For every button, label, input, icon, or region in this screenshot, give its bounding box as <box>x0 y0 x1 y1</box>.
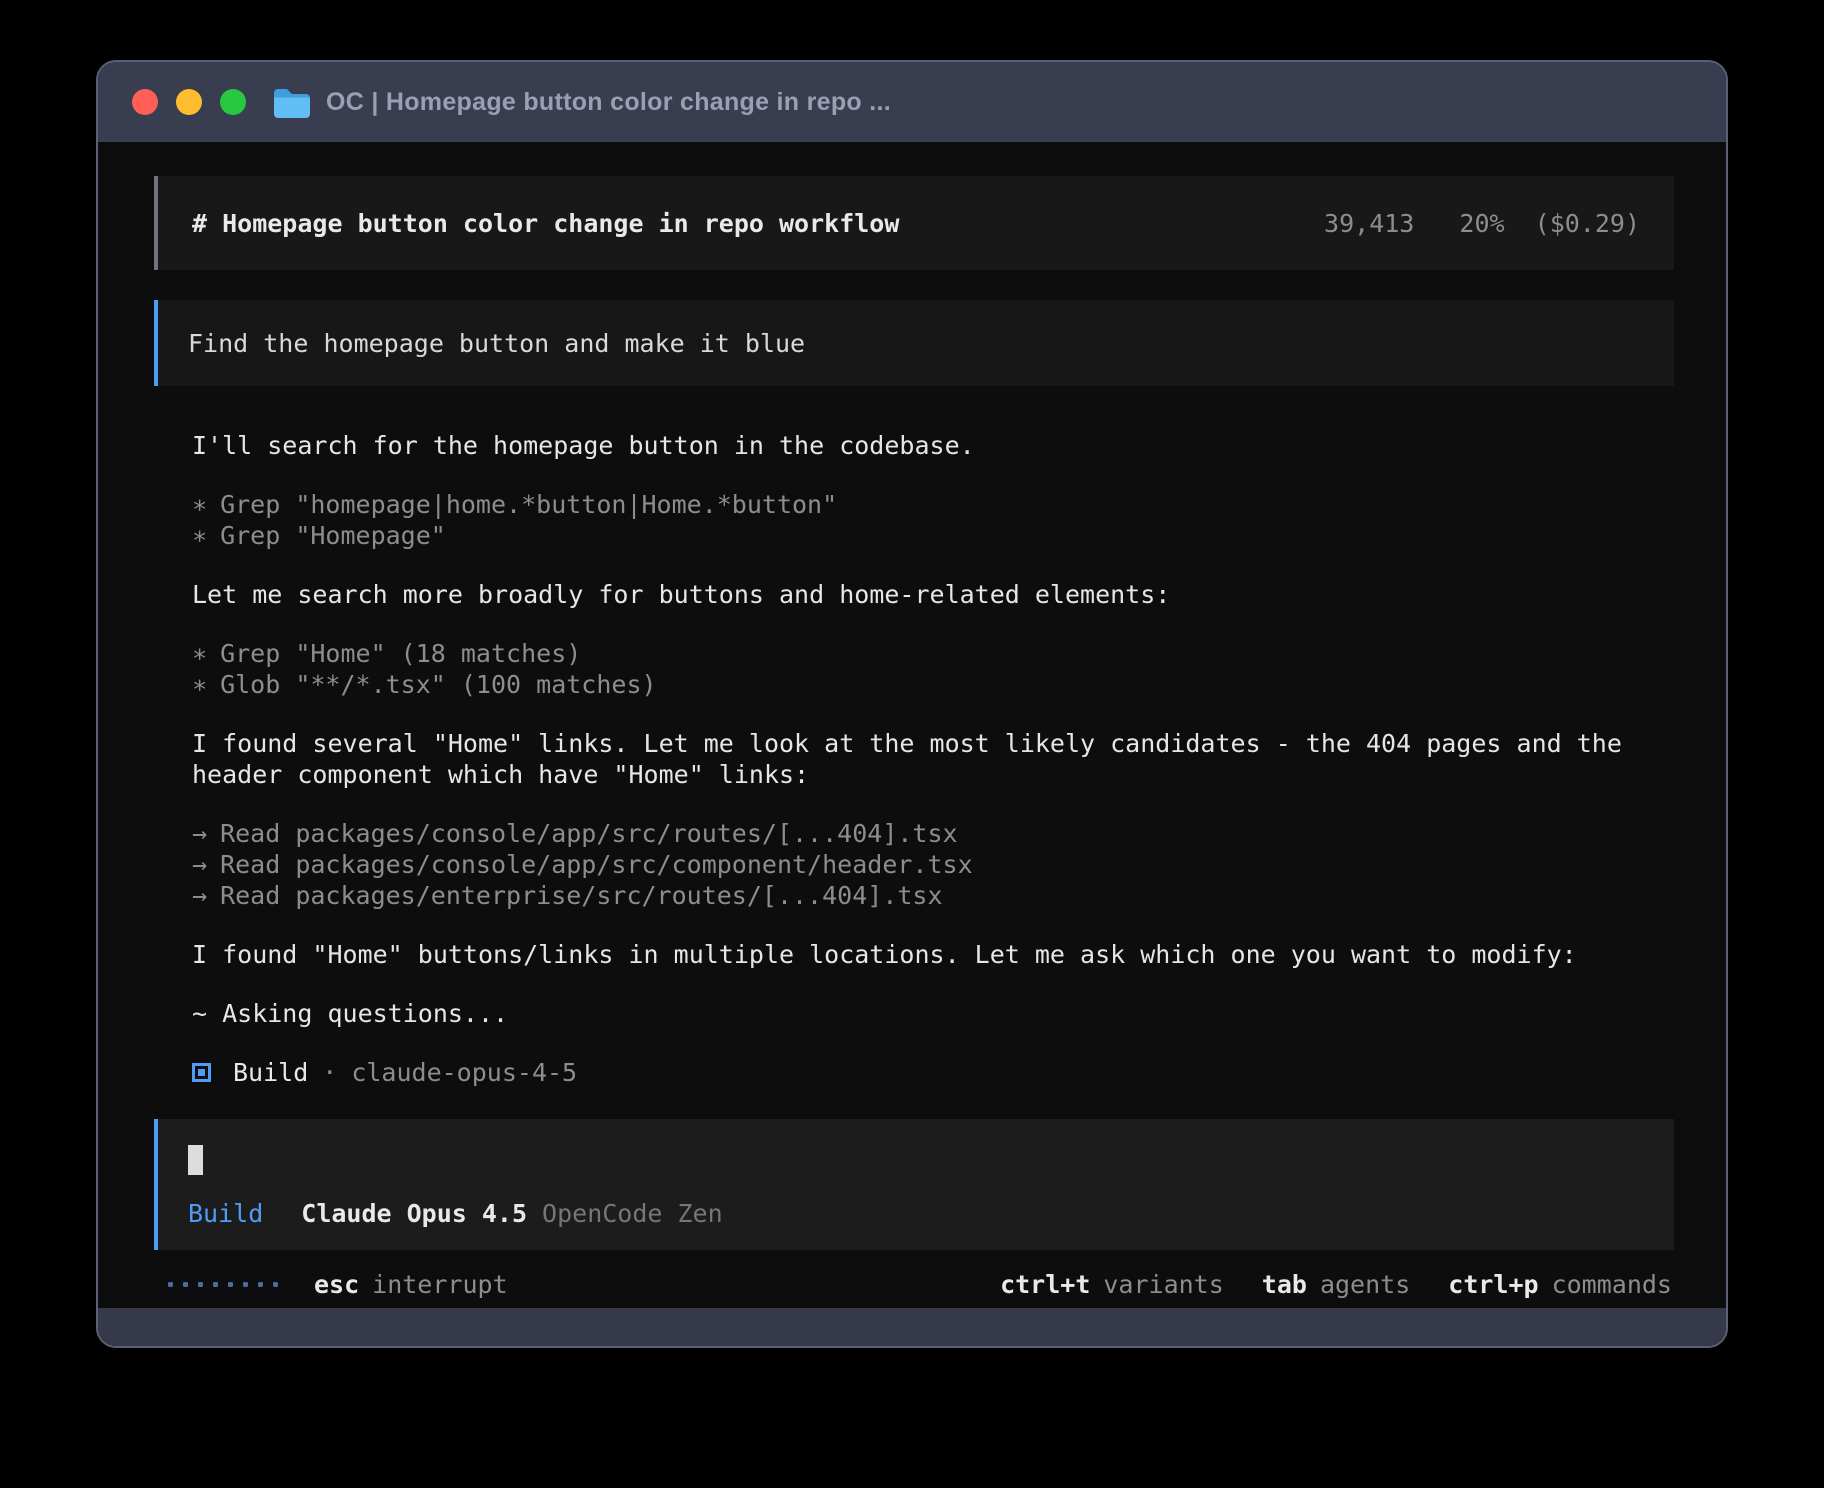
shortcut-esc: esc interrupt <box>314 1269 508 1300</box>
asterisk-icon: ∗ <box>192 490 207 519</box>
spinner-dot <box>198 1282 203 1287</box>
tool-call-text: Glob "**/*.tsx" (100 matches) <box>220 670 657 699</box>
zoom-button[interactable] <box>220 89 246 115</box>
assistant-message: Let me search more broadly for buttons a… <box>192 579 1674 610</box>
spinner-dot <box>243 1282 248 1287</box>
transcript: I'll search for the homepage button in t… <box>192 430 1674 1088</box>
tool-call-group: → Read packages/console/app/src/routes/[.… <box>192 818 1674 911</box>
assistant-message: I'll search for the homepage button in t… <box>192 430 1674 461</box>
terminal-window: OC | Homepage button color change in rep… <box>96 60 1728 1348</box>
tool-call-group: ∗ Grep "homepage|home.*button|Home.*butto… <box>192 489 1674 551</box>
tool-call-text: Read packages/console/app/src/routes/[..… <box>220 819 958 848</box>
tool-call-text: Read packages/enterprise/src/routes/[...… <box>220 881 942 910</box>
spinner-dot <box>213 1282 218 1287</box>
status-right: ctrl+t variants tab agents ctrl+p commands <box>1000 1269 1672 1300</box>
spinner-dot <box>258 1282 263 1287</box>
titlebar: OC | Homepage button color change in rep… <box>98 62 1726 142</box>
working-status: ~ Asking questions... <box>192 998 1674 1029</box>
tool-call-text: Read packages/console/app/src/component/… <box>220 850 973 879</box>
minimize-button[interactable] <box>176 89 202 115</box>
tool-call-read: → Read packages/console/app/src/routes/[.… <box>192 818 1674 849</box>
spinner-dot <box>273 1282 278 1287</box>
tool-call-read: → Read packages/enterprise/src/routes/[..… <box>192 880 1674 911</box>
shortcut-commands: ctrl+p commands <box>1448 1269 1672 1300</box>
shortcut-key: ctrl+t <box>1000 1270 1090 1299</box>
status-left: esc interrupt <box>168 1269 508 1300</box>
spinner-dot <box>183 1282 188 1287</box>
tool-call-grep: ∗ Grep "Homepage" <box>192 520 1674 551</box>
tool-call-text: Grep "Home" (18 matches) <box>220 639 581 668</box>
build-agent-icon <box>192 1063 211 1082</box>
shortcut-key: ctrl+p <box>1448 1270 1538 1299</box>
prompt-input[interactable]: Build Claude Opus 4.5 OpenCode Zen <box>154 1119 1674 1250</box>
mode-label: Build <box>188 1198 263 1229</box>
spinner-dot <box>228 1282 233 1287</box>
asterisk-icon: ∗ <box>192 521 207 550</box>
model-row: Build Claude Opus 4.5 OpenCode Zen <box>188 1198 1644 1229</box>
text-cursor <box>188 1145 203 1175</box>
folder-icon <box>272 87 312 118</box>
session-header: # Homepage button color change in repo w… <box>154 176 1674 270</box>
session-title: # Homepage button color change in repo w… <box>192 208 899 239</box>
agent-name: Build <box>233 1057 308 1088</box>
asterisk-icon: ∗ <box>192 639 207 668</box>
agent-status-row: Build · claude-opus-4-5 <box>192 1057 1674 1088</box>
status-bar: esc interrupt ctrl+t variants tab agents ct… <box>154 1269 1674 1300</box>
spinner-dots <box>168 1282 278 1287</box>
assistant-message: I found several "Home" links. Let me loo… <box>192 728 1674 790</box>
token-count: 39,413 <box>1324 209 1414 238</box>
shortcut-label: variants <box>1103 1270 1223 1299</box>
shortcut-label: agents <box>1320 1270 1410 1299</box>
shortcut-key: tab <box>1262 1270 1307 1299</box>
provider-label: OpenCode Zen <box>542 1198 723 1229</box>
shortcut-agents: tab agents <box>1262 1269 1410 1300</box>
tool-call-text: Grep "Homepage" <box>220 521 446 550</box>
dot-separator: · <box>322 1057 337 1088</box>
session-cost: ($0.29) <box>1535 209 1640 238</box>
shortcut-variants: ctrl+t variants <box>1000 1269 1224 1300</box>
spinner-dot <box>168 1282 173 1287</box>
tool-call-grep: ∗ Grep "homepage|home.*button|Home.*butto… <box>192 489 1674 520</box>
context-percent: 20% <box>1459 209 1504 238</box>
tool-call-read: → Read packages/console/app/src/component… <box>192 849 1674 880</box>
arrow-right-icon: → <box>192 850 207 879</box>
tool-call-grep: ∗ Grep "Home" (18 matches) <box>192 638 1674 669</box>
assistant-message: I found "Home" buttons/links in multiple… <box>192 939 1674 970</box>
window-title: OC | Homepage button color change in rep… <box>326 88 891 117</box>
arrow-right-icon: → <box>192 819 207 848</box>
shortcut-label: commands <box>1552 1270 1672 1299</box>
tool-call-text: Grep "homepage|home.*button|Home.*button… <box>220 490 837 519</box>
session-stats: 39,413 20% ($0.29) <box>1324 208 1640 239</box>
tool-call-glob: ∗ Glob "**/*.tsx" (100 matches) <box>192 669 1674 700</box>
arrow-right-icon: → <box>192 881 207 910</box>
user-message-text: Find the homepage button and make it blu… <box>188 328 805 359</box>
terminal-content: # Homepage button color change in repo w… <box>98 142 1726 1308</box>
close-button[interactable] <box>132 89 158 115</box>
traffic-lights <box>132 89 246 115</box>
model-label: Claude Opus 4.5 <box>301 1198 527 1229</box>
shortcut-label: interrupt <box>372 1270 507 1299</box>
agent-model: claude-opus-4-5 <box>351 1057 577 1088</box>
user-message: Find the homepage button and make it blu… <box>154 300 1674 386</box>
shortcut-key: esc <box>314 1270 359 1299</box>
asterisk-icon: ∗ <box>192 670 207 699</box>
window-bottom-strip <box>98 1308 1726 1346</box>
tool-call-group: ∗ Grep "Home" (18 matches) ∗ Glob "**/*.ts… <box>192 638 1674 700</box>
